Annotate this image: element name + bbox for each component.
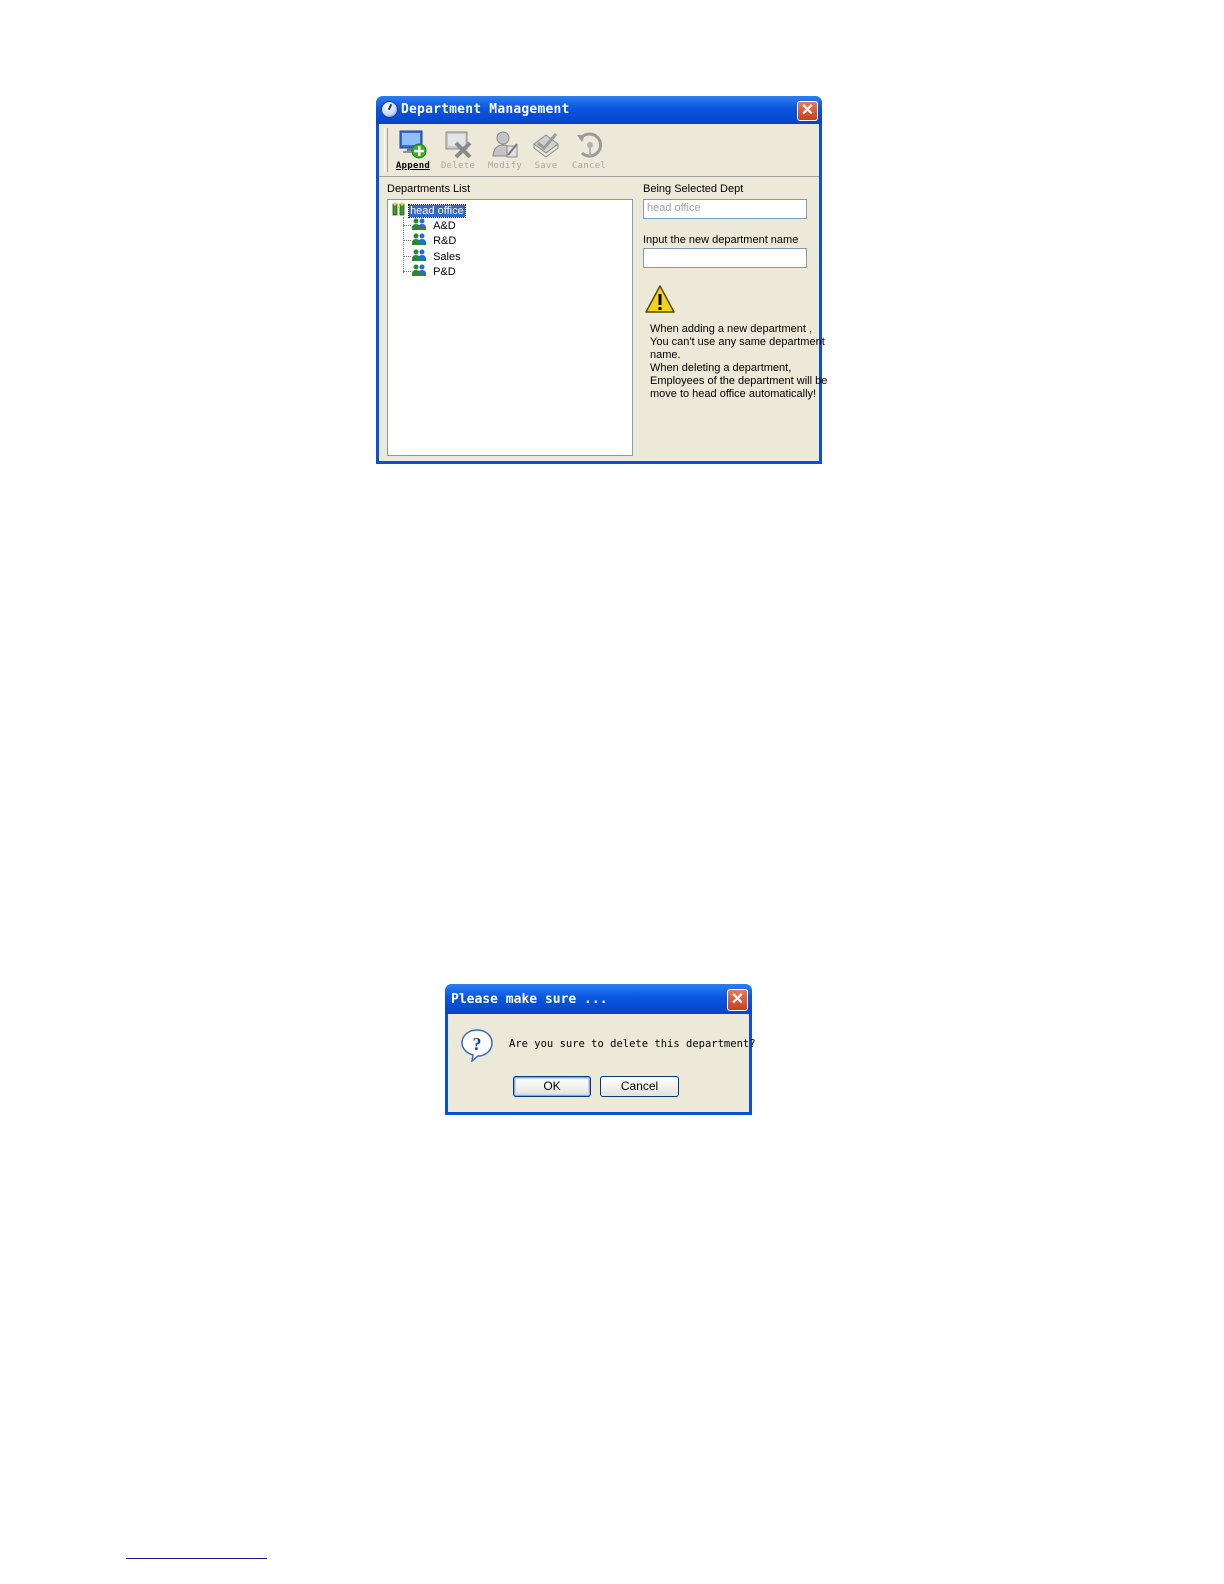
building-icon — [392, 202, 405, 216]
new-name-label: Input the new department name — [643, 234, 799, 246]
tree-connector — [403, 225, 411, 226]
warning-line: move to head office automatically! — [650, 388, 817, 400]
group-icon — [412, 249, 426, 261]
tree-connector — [403, 271, 411, 272]
window-title: Department Management — [401, 102, 570, 117]
cancel-dialog-button[interactable]: Cancel — [600, 1076, 679, 1097]
new-department-name-input[interactable] — [643, 248, 807, 268]
tree-connector — [403, 256, 411, 257]
tree-child-label: R&D — [433, 235, 457, 247]
cancel-label: Cancel — [571, 161, 607, 171]
warning-line: name. — [650, 349, 681, 361]
dialog-message: Are you sure to delete this department? — [509, 1038, 756, 1050]
modify-label: Modify — [487, 161, 523, 171]
append-button[interactable]: Append — [391, 127, 435, 173]
tree-node-root[interactable]: head office — [392, 202, 466, 218]
warning-line: You can't use any same department — [650, 336, 825, 348]
save-icon — [533, 133, 559, 158]
warning-line: When adding a new department , — [650, 323, 813, 335]
being-selected-field: head office — [643, 199, 807, 219]
question-icon: ? — [461, 1029, 493, 1062]
department-management-window: Department Management ✕ Append Delete Mo… — [376, 96, 828, 464]
tree-node-child[interactable]: R&D — [411, 233, 456, 248]
tree-child-label: P&D — [433, 266, 456, 278]
title-bar[interactable]: Department Management ✕ — [376, 96, 822, 124]
tree-connector — [403, 240, 411, 241]
dialog-close-button[interactable]: ✕ — [727, 989, 748, 1011]
tree-node-child[interactable]: A&D — [411, 218, 456, 233]
cancel-icon — [577, 132, 602, 158]
confirm-dialog: Please make sure ... ✕ ? Are you sure to… — [445, 984, 756, 1115]
group-icon — [412, 218, 426, 230]
departments-tree[interactable]: head office A&D R&D Sales P&D — [387, 199, 633, 456]
ok-button[interactable]: OK — [513, 1076, 591, 1097]
tree-child-label: A&D — [433, 220, 456, 232]
append-label: Append — [395, 161, 431, 171]
toolbar-grip — [384, 128, 388, 172]
modify-icon — [492, 131, 518, 158]
tree-root-label: head office — [408, 204, 466, 218]
toolbar: Append Delete Modify Save Cancel — [379, 124, 819, 177]
warning-icon — [645, 285, 675, 313]
footnote-rule — [126, 1558, 267, 1559]
tree-node-child[interactable]: Sales — [411, 249, 461, 264]
delete-label: Delete — [440, 161, 476, 171]
cancel-button[interactable]: Cancel — [567, 127, 611, 173]
group-icon — [412, 264, 426, 276]
modify-button[interactable]: Modify — [483, 127, 527, 173]
warning-line: Employees of the department will be — [650, 375, 828, 387]
group-icon — [412, 233, 426, 245]
dialog-client-area: ? Are you sure to delete this department… — [448, 1014, 756, 1112]
tree-child-label: Sales — [433, 251, 461, 263]
append-icon — [399, 130, 427, 159]
save-label: Save — [534, 161, 558, 171]
delete-icon — [445, 131, 472, 159]
window-client-area: Append Delete Modify Save Cancel Departm… — [379, 124, 828, 461]
app-icon — [381, 101, 398, 118]
close-button[interactable]: ✕ — [797, 101, 818, 121]
warning-message: When adding a new department , You can't… — [650, 323, 828, 401]
dialog-title: Please make sure ... — [451, 992, 608, 1007]
dialog-title-bar[interactable]: Please make sure ... ✕ — [445, 984, 752, 1014]
delete-button[interactable]: Delete — [436, 127, 480, 173]
warning-line: When deleting a department, — [650, 362, 792, 374]
save-button[interactable]: Save — [524, 127, 568, 173]
being-selected-label: Being Selected Dept — [643, 183, 744, 195]
departments-list-label: Departments List — [387, 183, 471, 195]
tree-node-child[interactable]: P&D — [411, 264, 456, 279]
svg-text:?: ? — [473, 1034, 482, 1054]
